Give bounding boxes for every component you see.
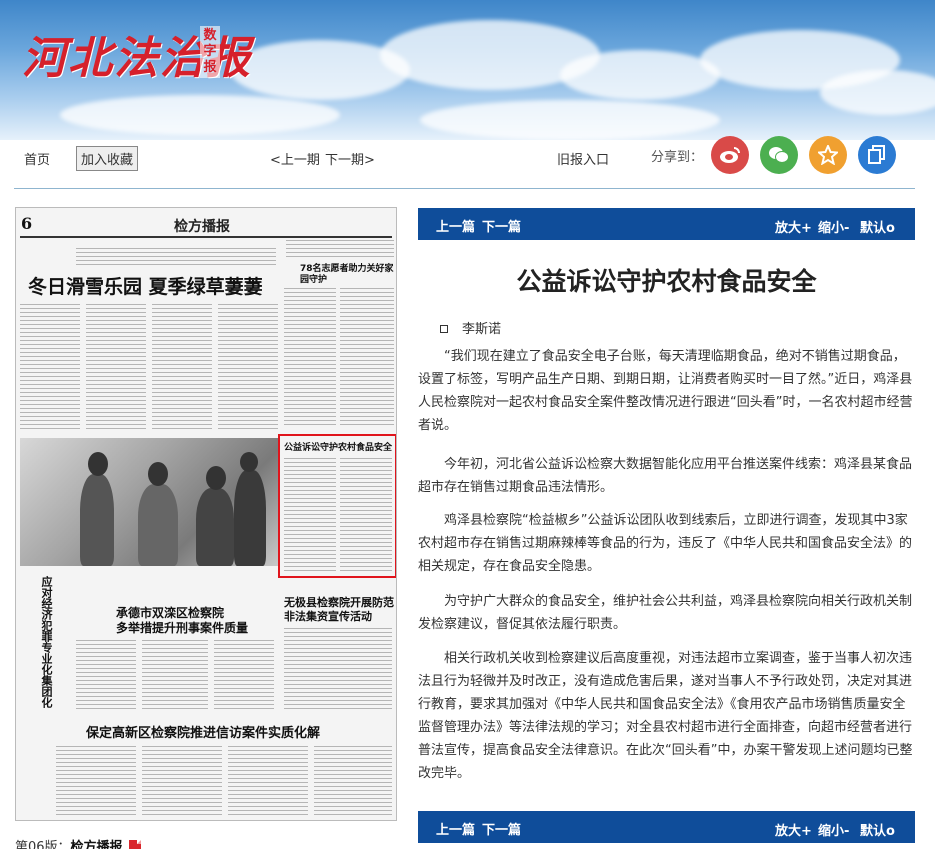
wechat-icon bbox=[769, 147, 789, 163]
headline-line: 多举措提升刑事案件质量 bbox=[116, 621, 249, 635]
digital-edition-label: 数字报 bbox=[200, 26, 220, 78]
article-paragraph: 为守护广大群众的食品安全，维护社会公共利益，鸡泽县检察院向相关行政机关制发检察建… bbox=[418, 594, 913, 632]
zoom-default-button[interactable]: 默认o bbox=[860, 217, 895, 236]
text-block bbox=[76, 248, 276, 268]
next-article-link[interactable]: 下一篇 bbox=[482, 819, 521, 838]
article-paragraph: 相关行政机关收到检察建议后高度重视，对违法超市立案调查，鉴于当事人初次违法且行为… bbox=[418, 651, 913, 781]
article-paragraph: 鸡泽县检察院“检益椒乡”公益诉讼团队收到线索后，立即进行调查，发现其中3家农村超… bbox=[418, 513, 913, 574]
zoom-default-button[interactable]: 默认o bbox=[860, 820, 895, 839]
author-name: 李斯诺 bbox=[462, 322, 502, 337]
text-block bbox=[20, 304, 80, 432]
text-block bbox=[314, 746, 392, 818]
text-block bbox=[284, 288, 336, 428]
page-caption[interactable]: 第06版：检方播报 bbox=[15, 836, 141, 849]
text-block bbox=[228, 746, 308, 818]
next-article-link[interactable]: 下一篇 bbox=[482, 216, 521, 235]
headline-chengde[interactable]: 承德市双滦区检察院 多举措提升刑事案件质量 bbox=[116, 606, 248, 636]
headline-ski-park[interactable]: 冬日滑雪乐园 夏季绿草萋萋 bbox=[28, 272, 263, 299]
article-paragraph: 今年初，河北省公益诉讼检察大数据智能化应用平台推送案件线索：鸡泽县某食品超市存在… bbox=[418, 457, 913, 495]
square-bullet-icon bbox=[440, 325, 448, 333]
text-block bbox=[56, 746, 136, 818]
highlighted-article-title[interactable]: 公益诉讼守护农村食品安全 bbox=[284, 440, 392, 453]
weibo-icon bbox=[720, 147, 740, 163]
text-block bbox=[214, 640, 274, 712]
zoom-in-button[interactable]: 放大+ bbox=[775, 820, 812, 839]
home-link[interactable]: 首页 bbox=[24, 149, 50, 168]
favorite-share-button[interactable] bbox=[809, 136, 847, 174]
headline-line: 无极县检察院开展防范 bbox=[284, 596, 394, 609]
text-block bbox=[218, 304, 278, 432]
text-block bbox=[286, 240, 394, 260]
text-block bbox=[284, 458, 336, 572]
headline-volunteers[interactable]: 78名志愿者助力关好家园守护 bbox=[300, 264, 395, 286]
news-photo bbox=[20, 438, 278, 566]
page-caption-section: 检方播报 bbox=[70, 840, 123, 849]
page-section-title: 检方播报 bbox=[174, 219, 230, 235]
headline-line: 非法集资宣传活动 bbox=[284, 610, 372, 623]
vertical-headline[interactable]: 应对经济犯罪专业化集团化 bbox=[22, 576, 53, 716]
headline-line: 承德市双滦区检察院 bbox=[116, 606, 225, 620]
text-block bbox=[142, 640, 208, 712]
add-favorite-button[interactable]: 加入收藏 bbox=[76, 146, 139, 171]
header-banner: 河北法治报 数字报 bbox=[0, 0, 935, 140]
page-number: 6 bbox=[21, 214, 33, 233]
article-toolbar-top: 上一篇 下一篇 放大+ 缩小- 默认o bbox=[418, 208, 915, 240]
article-title: 公益诉讼守护农村食品安全 bbox=[516, 267, 817, 296]
text-block bbox=[142, 746, 222, 818]
zoom-out-button[interactable]: 缩小- bbox=[818, 820, 849, 839]
old-issues-link[interactable]: 旧报入口 bbox=[557, 149, 609, 168]
prev-issue-link[interactable]: <上一期 bbox=[270, 149, 320, 168]
newspaper-page-thumbnail[interactable]: 6 检方播报 冬日滑雪乐园 夏季绿草萋萋 78名志愿者助力关好家园守护 公益诉讼… bbox=[15, 207, 397, 821]
weibo-share-button[interactable] bbox=[711, 136, 749, 174]
article-paragraph: “我们现在建立了食品安全电子台账，每天清理临期食品，绝对不销售过期食品，设置了标… bbox=[418, 349, 913, 433]
wechat-share-button[interactable] bbox=[760, 136, 798, 174]
pdf-icon[interactable] bbox=[128, 840, 141, 849]
nav-divider bbox=[14, 188, 915, 189]
text-block bbox=[340, 458, 392, 572]
text-block bbox=[284, 628, 392, 712]
share-label: 分享到： bbox=[651, 150, 704, 165]
prev-article-link[interactable]: 上一篇 bbox=[436, 216, 475, 235]
star-icon bbox=[818, 145, 838, 165]
page-caption-prefix: 第06版： bbox=[15, 840, 71, 849]
text-block bbox=[152, 304, 212, 432]
copy-icon bbox=[868, 145, 885, 164]
zoom-in-button[interactable]: 放大+ bbox=[775, 217, 812, 236]
copy-link-button[interactable] bbox=[858, 136, 896, 174]
headline-wuji[interactable]: 无极县检察院开展防范 非法集资宣传活动 bbox=[284, 596, 394, 624]
page-header-rule bbox=[20, 236, 392, 238]
next-issue-link[interactable]: 下一期> bbox=[325, 149, 375, 168]
text-block bbox=[340, 288, 394, 428]
article-toolbar-bottom: 上一篇 下一篇 放大+ 缩小- 默认o bbox=[418, 811, 915, 843]
zoom-out-button[interactable]: 缩小- bbox=[818, 217, 849, 236]
prev-article-link[interactable]: 上一篇 bbox=[436, 819, 475, 838]
text-block bbox=[86, 304, 146, 432]
text-block bbox=[76, 640, 136, 712]
article-author: 李斯诺 bbox=[440, 318, 501, 337]
headline-baoding[interactable]: 保定高新区检察院推进信访案件实质化解 bbox=[86, 722, 320, 741]
